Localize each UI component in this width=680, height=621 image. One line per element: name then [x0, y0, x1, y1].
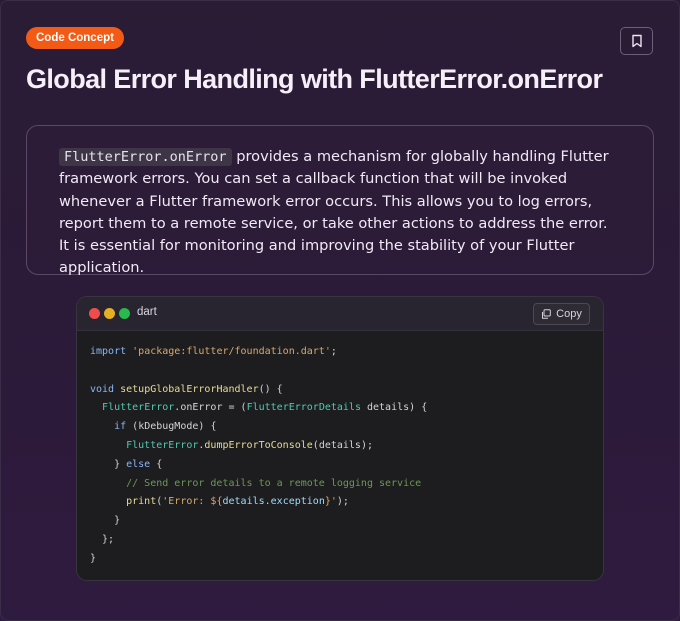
- window-dot-red-icon: [89, 308, 100, 319]
- code-line: // Send error details to a remote loggin…: [90, 475, 427, 494]
- code-token: void: [90, 383, 115, 395]
- code-token: FlutterError: [126, 439, 199, 451]
- description-card: FlutterError.onError provides a mechanis…: [26, 125, 654, 276]
- code-token: import: [90, 346, 127, 357]
- code-token: FlutterErrorDetails: [246, 402, 361, 414]
- code-line: void setupGlobalErrorHandler() {: [90, 383, 283, 395]
- code-line: print('Error: ${details.exception}');: [126, 496, 349, 508]
- code-line: }: [90, 515, 121, 527]
- code-body: import 'package:flutter/foundation.dart'…: [90, 343, 427, 569]
- code-token: print: [126, 496, 157, 508]
- window-dot-yellow-icon: [104, 308, 115, 319]
- code-token: if: [114, 421, 127, 433]
- code-token: 'package:flutter/foundation.dart': [132, 346, 331, 357]
- description-text: FlutterError.onError provides a mechanis…: [59, 146, 621, 280]
- code-block: dart Copy import 'package:flutter/founda…: [76, 296, 604, 581]
- code-line: import 'package:flutter/foundation.dart'…: [90, 346, 337, 357]
- inline-code: FlutterError.onError: [59, 148, 232, 166]
- copy-icon: [542, 309, 551, 319]
- code-line: FlutterError.dumpErrorToConsole(details)…: [126, 439, 374, 451]
- code-token: details: [318, 439, 361, 451]
- window-dot-green-icon: [119, 308, 130, 319]
- code-token: dumpErrorToConsole: [204, 439, 313, 451]
- code-token: 'Error: ${: [162, 496, 223, 508]
- code-token: }': [324, 496, 337, 508]
- code-token: else: [126, 458, 151, 470]
- code-token: onError: [180, 402, 223, 414]
- description-body: provides a mechanism for globally handli…: [59, 148, 609, 277]
- code-line: };: [90, 533, 115, 545]
- code-token: setupGlobalErrorHandler: [120, 383, 259, 395]
- page-title: Global Error Handling with FlutterError.…: [26, 64, 603, 94]
- code-line: }: [90, 552, 97, 564]
- copy-button[interactable]: Copy: [533, 303, 590, 325]
- code-line: FlutterError.onError = (FlutterErrorDeta…: [102, 402, 428, 414]
- code-line: if (kDebugMode) {: [114, 421, 217, 433]
- code-token: FlutterError: [102, 402, 175, 414]
- code-token: kDebugMode: [138, 421, 199, 433]
- code-language: dart: [137, 306, 157, 318]
- code-token: details.exception: [222, 496, 325, 508]
- copy-label: Copy: [556, 308, 582, 320]
- code-header: dart Copy: [77, 297, 603, 331]
- code-token: details: [367, 402, 410, 414]
- bookmark-button[interactable]: [620, 27, 653, 55]
- code-token: // Send error details to a remote loggin…: [126, 477, 422, 489]
- bookmark-icon: [631, 34, 642, 48]
- code-line: } else {: [90, 458, 163, 470]
- category-badge: Code Concept: [26, 27, 124, 49]
